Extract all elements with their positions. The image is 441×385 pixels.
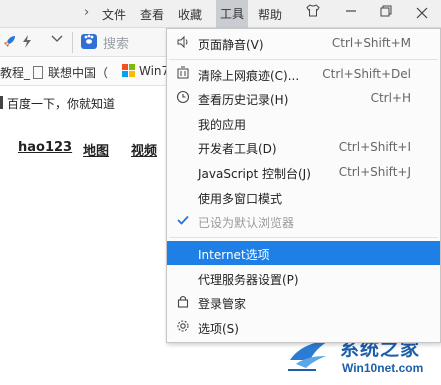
restore-icon[interactable]: [374, 3, 398, 25]
menu-item-label: 代理服务器设置(P): [198, 273, 299, 287]
menu-item-shortcut: Ctrl+Shift+J: [338, 165, 411, 179]
menu-item-label: 清除上网痕迹(C)...: [198, 69, 300, 83]
menu-item-proxy-settings[interactable]: 代理服务器设置(P): [167, 266, 440, 290]
menu-item-options[interactable]: 选项(S): [167, 315, 440, 339]
menu-item-label: 查看历史记录(H): [198, 93, 289, 107]
menu-item-history[interactable]: 查看历史记录(H) Ctrl+H: [167, 86, 440, 110]
menu-item-mute-page[interactable]: 页面静音(V) Ctrl+Shift+M: [167, 31, 440, 55]
bookmark-label: 联想中国（: [48, 66, 109, 80]
gear-icon: [175, 319, 191, 335]
lightning-icon[interactable]: [22, 34, 32, 53]
menu-item-label: 我的应用: [198, 118, 247, 132]
windows-logo-icon: [122, 64, 135, 77]
bookmark-label: Win7: [139, 64, 170, 78]
menu-item-label: 已设为默认浏览器: [198, 216, 295, 230]
menu-item-label: JavaScript 控制台(J): [198, 167, 311, 181]
bookmark-win7[interactable]: Win7: [122, 64, 169, 78]
menu-bar: › 文件 查看 收藏 工具 帮助: [0, 0, 441, 28]
nav-link-hao123[interactable]: hao123: [18, 140, 72, 155]
menu-item-login-manager[interactable]: 登录管家: [167, 290, 440, 314]
menu-item-label: 登录管家: [198, 297, 247, 311]
search-input[interactable]: 搜索: [103, 33, 129, 52]
menu-item-shortcut: Ctrl+Shift+I: [338, 140, 411, 154]
menu-chevron[interactable]: ›: [84, 5, 89, 20]
nav-link-video[interactable]: 视频: [131, 140, 157, 159]
tools-dropdown-menu: 页面静音(V) Ctrl+Shift+M 清除上网痕迹(C)... Ctrl+S…: [166, 28, 441, 343]
menu-file[interactable]: 文件: [102, 6, 126, 23]
bookmark-tutorial[interactable]: 教程_: [0, 64, 30, 81]
menu-help[interactable]: 帮助: [258, 6, 282, 23]
menu-item-shortcut: Ctrl+Shift+M: [331, 36, 411, 50]
menu-item-label: Internet选项: [198, 248, 270, 262]
minimize-icon[interactable]: [339, 3, 363, 25]
watermark-url: Win10net.com: [342, 361, 424, 375]
menu-item-label: 开发者工具(D): [198, 142, 277, 156]
menu-item-internet-options[interactable]: Internet选项: [167, 241, 440, 265]
menu-item-label: 选项(S): [198, 322, 239, 336]
page-title: 百度一下，你就知道: [7, 97, 116, 111]
clock-icon: [175, 90, 191, 106]
menu-item-clear-traces[interactable]: 清除上网痕迹(C)... Ctrl+Shift+Del: [167, 62, 440, 86]
document-icon: [33, 66, 43, 79]
menu-item-multi-window[interactable]: 使用多窗口模式: [167, 185, 440, 209]
menu-item-label: 使用多窗口模式: [198, 192, 283, 206]
menu-item-shortcut: Ctrl+H: [370, 91, 411, 105]
shirt-icon[interactable]: [301, 3, 325, 25]
menu-divider: [169, 237, 438, 238]
menu-divider: [169, 59, 438, 60]
menu-tools[interactable]: 工具: [216, 0, 248, 28]
tab-marker: [0, 96, 3, 109]
menu-item-default-browser: 已设为默认浏览器: [167, 209, 440, 233]
bookmark-label: 教程_: [0, 66, 31, 80]
menu-item-my-apps[interactable]: 我的应用: [167, 111, 440, 135]
checkmark-icon: [175, 213, 191, 229]
menu-view[interactable]: 查看: [140, 6, 164, 23]
baidu-paw-icon: [81, 34, 97, 49]
close-icon[interactable]: [410, 3, 434, 25]
bookmark-lenovo[interactable]: 联想中国（: [33, 64, 108, 81]
speaker-icon: [175, 35, 191, 51]
menu-item-dev-tools[interactable]: 开发者工具(D) Ctrl+Shift+I: [167, 135, 440, 159]
nav-link-map[interactable]: 地图: [83, 140, 109, 159]
menu-item-shortcut: Ctrl+Shift+Del: [322, 67, 411, 81]
search-box[interactable]: 搜索: [72, 32, 172, 53]
chevron-down-icon[interactable]: [51, 32, 63, 48]
menu-item-label: 页面静音(V): [198, 38, 264, 52]
rocket-icon[interactable]: [2, 34, 17, 53]
menu-favorites[interactable]: 收藏: [178, 6, 202, 23]
broom-icon: [175, 66, 191, 82]
menu-item-js-console[interactable]: JavaScript 控制台(J) Ctrl+Shift+J: [167, 160, 440, 184]
lock-icon: [175, 294, 191, 310]
